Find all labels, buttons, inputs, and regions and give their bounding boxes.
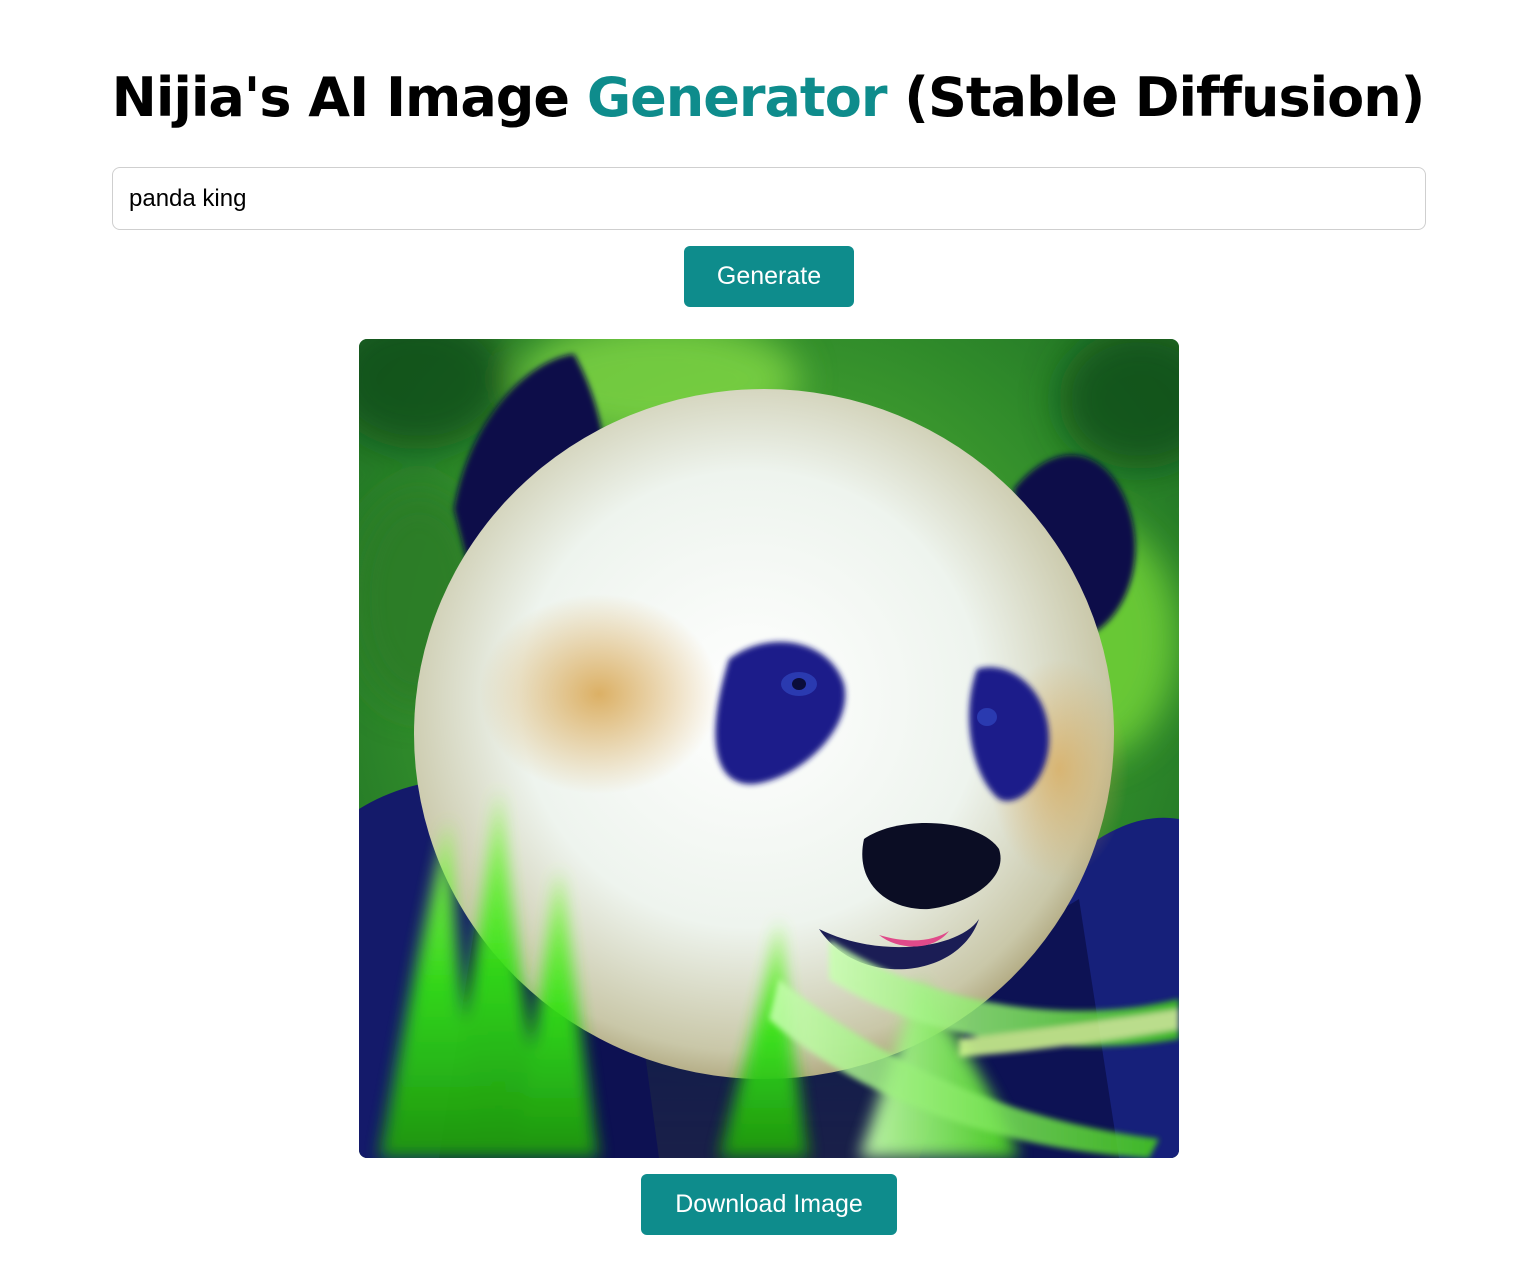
generate-button[interactable]: Generate <box>684 246 854 307</box>
download-image-button[interactable]: Download Image <box>641 1174 897 1235</box>
prompt-input[interactable] <box>112 167 1426 230</box>
title-part-2: (Stable Diffusion) <box>886 66 1425 129</box>
page-title: Nijia's AI Image Generator (Stable Diffu… <box>0 62 1530 134</box>
generated-image <box>359 339 1179 1158</box>
title-accent: Generator <box>586 66 888 129</box>
title-part-1: Nijia's AI Image <box>111 66 587 129</box>
